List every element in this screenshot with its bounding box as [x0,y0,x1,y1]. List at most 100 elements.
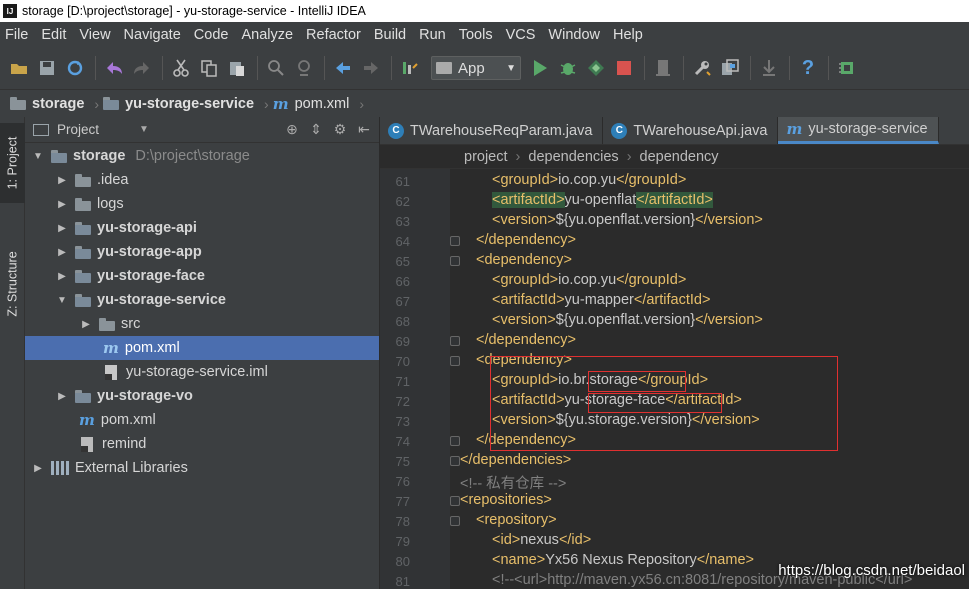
expanded-arrow-icon[interactable]: ▼ [55,295,69,306]
breadcrumb-project-root[interactable]: storage [10,96,84,112]
tree-item-root-pom[interactable]: m pom.xml [25,408,379,432]
menu-refactor[interactable]: Refactor [306,27,361,43]
tree-item-storage[interactable]: ▼ storage D:\project\storage [25,144,379,168]
tab-twarehouseapi[interactable]: C TWarehouseApi.java [603,117,779,144]
tree-item-yu-storage-app[interactable]: ▶ yu-storage-app [25,240,379,264]
collapsed-arrow-icon[interactable]: ▶ [55,247,69,258]
find-icon[interactable] [263,55,289,81]
tree-item-yu-storage-service[interactable]: ▼ yu-storage-service [25,288,379,312]
redo-icon[interactable] [129,55,155,81]
tree-item-logs[interactable]: ▶ logs [25,192,379,216]
code-line: 65 <dependency> [380,251,969,271]
open-folder-icon[interactable] [6,55,32,81]
undo-icon[interactable] [101,55,127,81]
menu-run[interactable]: Run [419,27,446,43]
xml-breadcrumb-item[interactable]: project [464,149,508,165]
fold-marker-icon[interactable] [450,456,460,466]
menu-navigate[interactable]: Navigate [124,27,181,43]
xml-open-tag: <repositories> [460,492,552,508]
tool-tab-structure[interactable]: Z: Structure [0,239,25,329]
run-configuration-select[interactable]: App ▼ [431,56,521,80]
collapsed-arrow-icon[interactable]: ▶ [55,271,69,282]
module-folder-icon [103,97,120,110]
tree-item-yu-storage-api[interactable]: ▶ yu-storage-api [25,216,379,240]
replace-icon[interactable] [291,55,317,81]
tree-item-src[interactable]: ▶ src [25,312,379,336]
tree-item-external-libraries[interactable]: ▶ External Libraries [25,456,379,480]
menu-help[interactable]: Help [613,27,643,43]
stop-icon[interactable] [611,55,637,81]
collapsed-arrow-icon[interactable]: ▶ [55,223,69,234]
tree-item-yu-storage-face[interactable]: ▶ yu-storage-face [25,264,379,288]
tree-item-idea[interactable]: ▶ .idea [25,168,379,192]
gear-icon[interactable]: ⚙ [331,121,349,138]
expanded-arrow-icon[interactable]: ▼ [31,151,45,162]
menu-view[interactable]: View [79,27,110,43]
menu-build[interactable]: Build [374,27,406,43]
chevron-right-icon: › [264,95,269,112]
hide-panel-icon[interactable]: ⇤ [355,121,373,138]
collapse-all-icon[interactable]: ⇕ [307,121,325,138]
copy-icon[interactable] [196,55,222,81]
tab-twarehousereqparam[interactable]: C TWarehouseReqParam.java [380,117,604,144]
tree-item-remind[interactable]: remind [25,432,379,456]
debug-icon[interactable] [555,55,581,81]
collapsed-arrow-icon[interactable]: ▶ [55,391,69,402]
help-icon[interactable]: ? [795,55,821,81]
cut-icon[interactable] [168,55,194,81]
fold-marker-icon[interactable] [450,336,460,346]
tab-yu-storage-service-pom[interactable]: m yu-storage-service [778,117,939,144]
collapsed-arrow-icon[interactable]: ▶ [31,463,45,474]
plugin-icon[interactable] [834,55,860,81]
tool-tab-project[interactable]: 1: Project [0,123,25,203]
fold-marker-icon[interactable] [450,256,460,266]
code-content: <groupId>io.cop.yu</groupId> [492,272,686,288]
save-all-icon[interactable] [34,55,60,81]
fold-marker-icon[interactable] [450,516,460,526]
code-line: 68 <version>${yu.openflat.version}</versi… [380,311,969,331]
menu-code[interactable]: Code [194,27,229,43]
collapsed-arrow-icon[interactable]: ▶ [55,175,69,186]
chevron-down-icon[interactable]: ▼ [139,124,149,135]
fold-marker-icon[interactable] [450,236,460,246]
folder-icon [99,317,115,331]
line-number: 73 [395,413,410,429]
xml-breadcrumb-item[interactable]: dependencies [528,149,618,165]
menu-edit[interactable]: Edit [41,27,66,43]
fold-marker-icon[interactable] [450,496,460,506]
code-line: 67 <artifactId>yu-mapper</artifactId> [380,291,969,311]
code-line: 77 <repositories> [380,491,969,511]
back-icon[interactable] [330,55,356,81]
project-structure-icon[interactable] [717,55,743,81]
fold-marker-icon[interactable] [450,356,460,366]
xml-close-tag: </groupId> [637,372,709,388]
menu-tools[interactable]: Tools [459,27,493,43]
breadcrumb-module[interactable]: yu-storage-service [103,96,254,112]
collapsed-arrow-icon[interactable]: ▶ [79,319,93,330]
tree-item-yu-storage-vo[interactable]: ▶ yu-storage-vo [25,384,379,408]
menu-vcs[interactable]: VCS [506,27,536,43]
paste-icon[interactable] [224,55,250,81]
fold-marker-icon[interactable] [450,436,460,446]
project-panel-title[interactable]: Project [57,122,99,137]
breadcrumb-file[interactable]: m pom.xml [273,95,350,113]
settings-wrench-icon[interactable] [689,55,715,81]
menu-analyze[interactable]: Analyze [241,27,293,43]
tree-item-service-pom[interactable]: m pom.xml [25,336,379,360]
forward-icon[interactable] [358,55,384,81]
run-icon[interactable] [527,55,553,81]
collapsed-arrow-icon[interactable]: ▶ [55,199,69,210]
code-content: <id>nexus</id> [492,532,591,548]
synchronize-icon[interactable] [62,55,88,81]
device-icon[interactable] [650,55,676,81]
build-project-icon[interactable] [397,55,423,81]
locate-target-icon[interactable]: ⊕ [283,121,301,138]
tree-item-service-iml[interactable]: yu-storage-service.iml [25,360,379,384]
menu-window[interactable]: Window [548,27,600,43]
xml-breadcrumb-item[interactable]: dependency [640,149,719,165]
menu-file[interactable]: File [5,27,28,43]
xml-text-value: nexus [520,532,559,548]
sdk-download-icon[interactable] [756,55,782,81]
project-view-icon [33,123,49,136]
run-with-coverage-icon[interactable] [583,55,609,81]
